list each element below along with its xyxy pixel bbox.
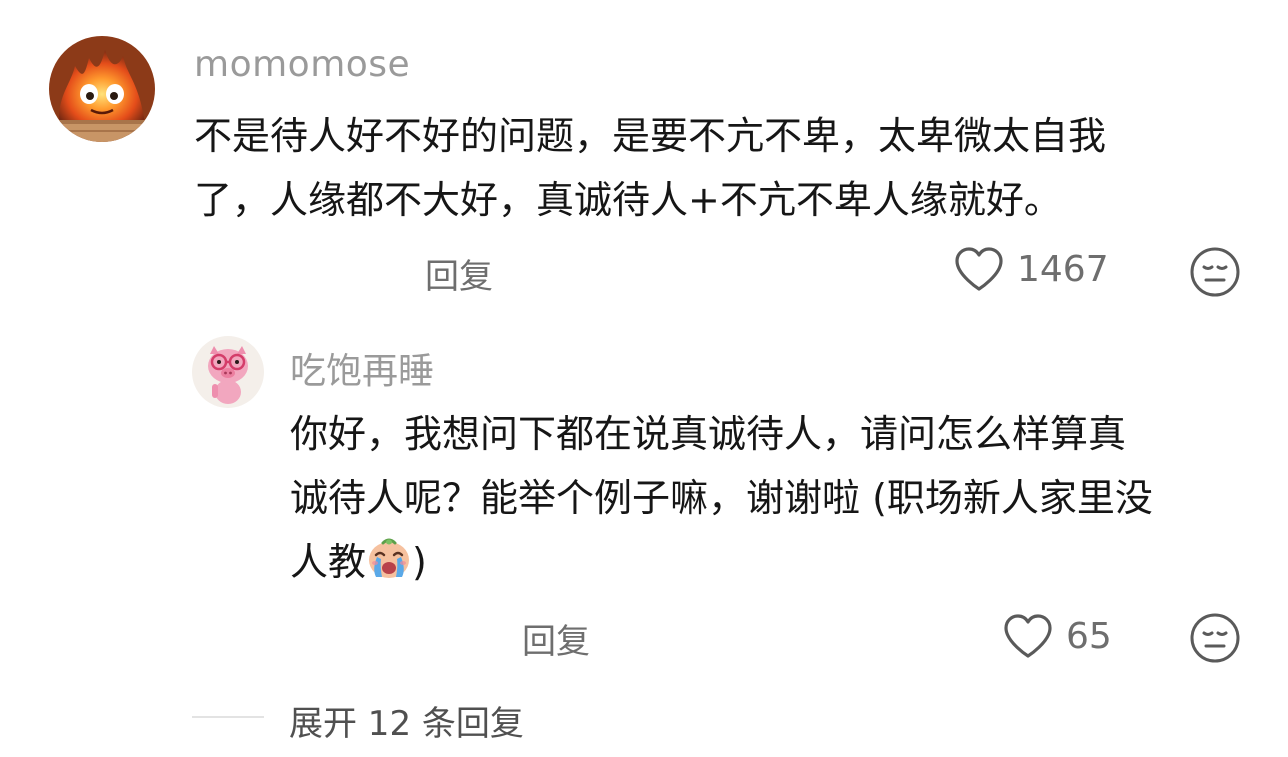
pink-pig-avatar-icon — [192, 336, 264, 408]
expand-replies-button[interactable]: 展开 12 条回复 — [289, 696, 524, 745]
reply-text-segment: 人教 — [290, 540, 367, 584]
reply-text: 你好，我想问下都在说真诚待人，请问怎么样算真 诚待人呢？能举个例子嘛，谢谢啦 (… — [290, 402, 1153, 594]
reply-like-button[interactable]: 65 — [1002, 612, 1112, 660]
comment-dislike-button[interactable] — [1189, 246, 1241, 298]
comment-like-count: 1467 — [1017, 248, 1109, 290]
expand-divider — [192, 716, 264, 718]
comment-text: 不是待人好不好的问题，是要不亢不卑，太卑微太自我 了，人缘都不大好，真诚待人+不… — [194, 104, 1106, 232]
reply-like-count: 65 — [1066, 615, 1112, 657]
comment-text-line: 了，人缘都不大好，真诚待人+不亢不卑人缘就好。 — [194, 178, 1062, 222]
reply-text-line: 诚待人呢？能举个例子嘛，谢谢啦 (职场新人家里没 — [290, 476, 1153, 520]
reply-username[interactable]: 吃饱再睡 — [290, 342, 434, 394]
reply-reply-button[interactable]: 回复 — [522, 614, 590, 663]
heart-outline-icon — [1004, 614, 1052, 658]
reply-dislike-button[interactable] — [1189, 612, 1241, 664]
calcifer-fire-avatar-icon — [49, 36, 155, 142]
comment-username[interactable]: momomose — [194, 44, 410, 85]
meh-face-icon — [1190, 247, 1240, 297]
comment-avatar[interactable] — [49, 36, 155, 142]
reply-text-line: 你好，我想问下都在说真诚待人，请问怎么样算真 — [290, 412, 1127, 456]
meh-face-icon — [1190, 613, 1240, 663]
reply-avatar[interactable] — [192, 336, 264, 408]
reply-text-tail: ) — [412, 540, 427, 584]
comment-text-line: 不是待人好不好的问题，是要不亢不卑，太卑微太自我 — [194, 114, 1107, 158]
reply-text-line-last: 人教 ) — [290, 530, 1153, 594]
comment-like-button[interactable]: 1467 — [953, 245, 1109, 293]
comment-reply-button[interactable]: 回复 — [425, 249, 493, 298]
heart-outline-icon — [955, 247, 1003, 291]
crying-emoji-icon — [369, 538, 410, 578]
